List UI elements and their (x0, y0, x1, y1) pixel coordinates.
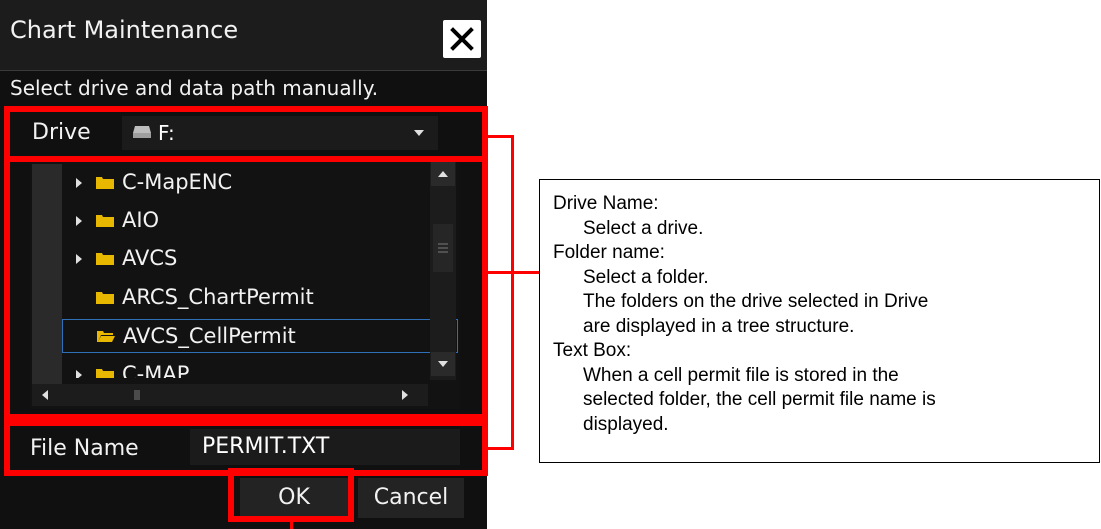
callout-line: displayed. (583, 413, 669, 435)
dialog-title: Chart Maintenance (10, 16, 239, 44)
callout-bracket (511, 135, 514, 450)
instruction-text: Select drive and data path manually. (10, 76, 379, 100)
callout-line: When a cell permit file is stored in the (583, 364, 899, 386)
callout-connector (488, 447, 512, 450)
callout-line: Select a folder. (583, 266, 709, 288)
ok-highlight (228, 468, 354, 522)
callout-line: Folder name: (553, 242, 665, 263)
close-button[interactable] (443, 20, 481, 58)
cancel-button[interactable]: Cancel (358, 478, 464, 518)
callout-line: Select a drive. (583, 217, 704, 239)
callout-line: The folders on the drive selected in Dri… (583, 291, 929, 312)
drive-highlight (4, 106, 488, 162)
callout-connector (488, 135, 512, 138)
callout-line: Drive Name: (553, 193, 659, 214)
ok-pointer (290, 522, 293, 529)
title-bar: Chart Maintenance (0, 0, 487, 71)
callout-line: Text Box: (553, 340, 632, 361)
callout-line: are displayed in a tree structure. (583, 315, 855, 337)
callout-description: Drive Name: Select a drive. Folder name:… (539, 179, 1100, 463)
callout-pointer (483, 271, 539, 274)
folder-highlight (4, 156, 488, 420)
close-icon (450, 27, 474, 51)
callout-line: selected folder, the cell permit file na… (583, 389, 936, 410)
